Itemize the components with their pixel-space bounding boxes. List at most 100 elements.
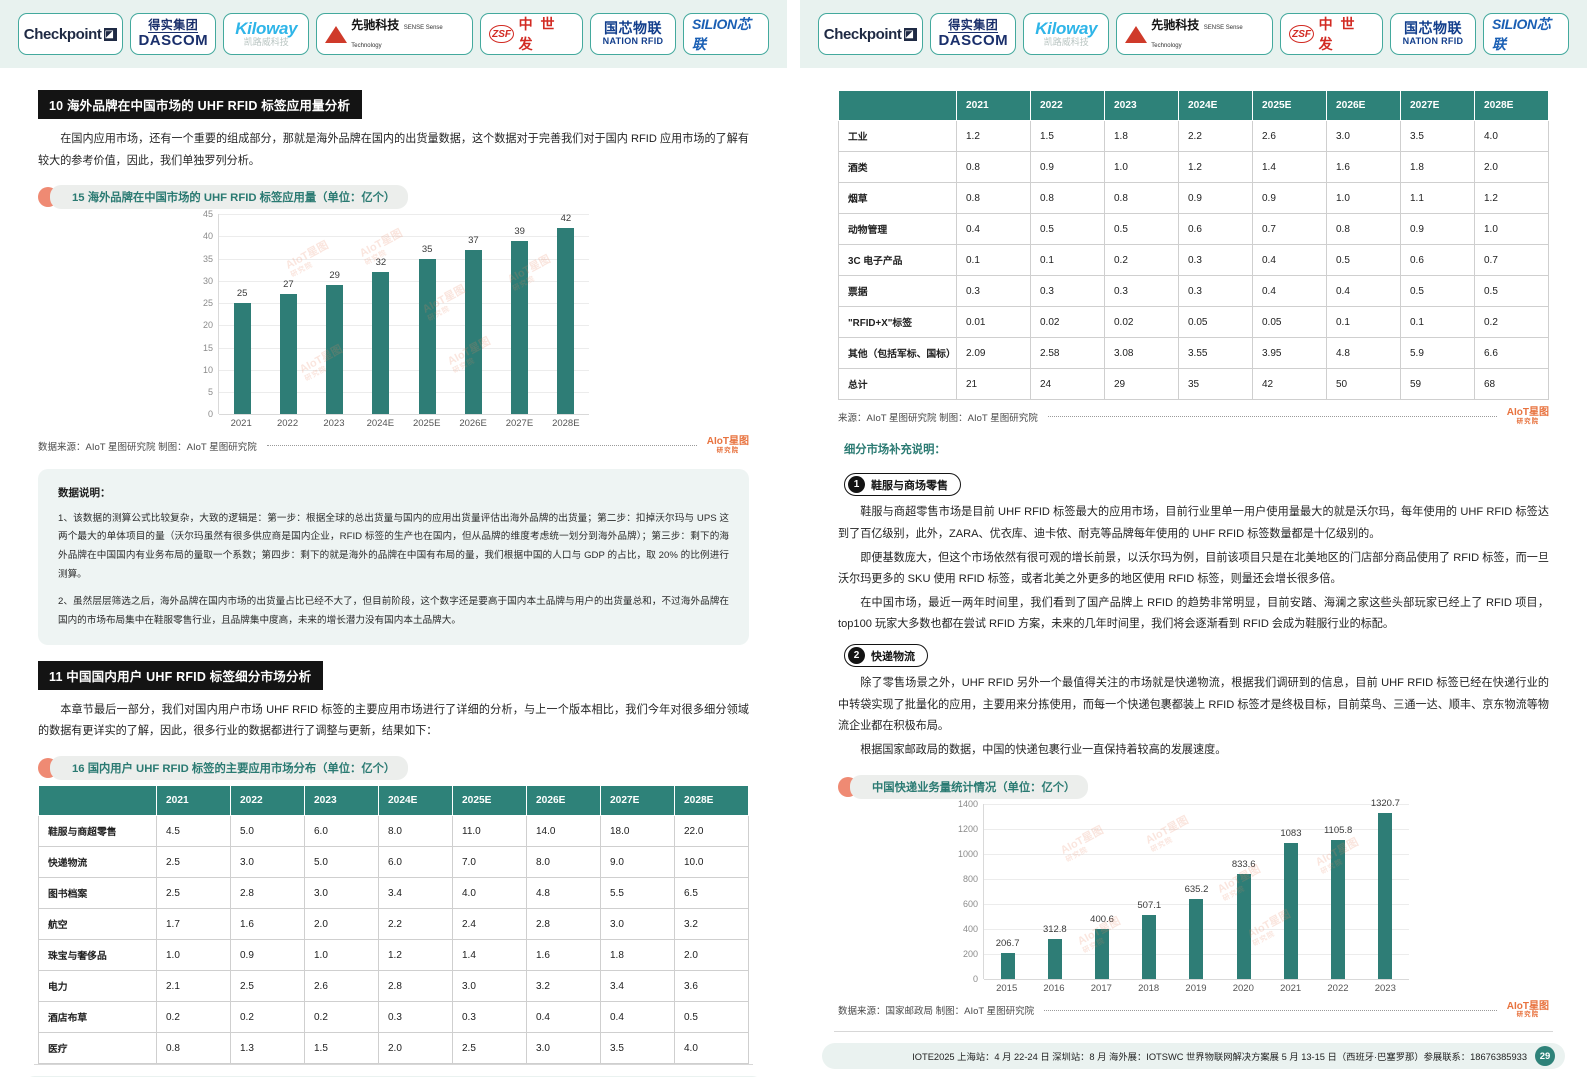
figure-express-source-text: 数据来源：国家邮政局 制图：AIoT 星图研究院: [838, 1006, 1035, 1018]
table-row: 3C 电子产品 0.1 0.1 0.2 0.3 0.4 0.5 0.6 0.7: [838, 244, 1549, 276]
chart-y-tick: 400: [962, 923, 978, 934]
aiot-logo-main: AIoT星图: [1506, 1000, 1549, 1012]
section-11-paragraph: 本章节最后一部分，我们对国内用户市场 UHF RFID 标签的主要应用市场进行了…: [38, 703, 749, 738]
chart-bar-slot: 42: [543, 212, 589, 415]
source-dotted-rule: [266, 445, 697, 447]
chart-gridline: [984, 978, 1409, 980]
table-cell: 1.2: [1474, 182, 1549, 214]
supplement-item-1-label: 鞋服与商场零售: [871, 479, 948, 492]
table-cell: 8.0: [526, 846, 601, 879]
figure-15-source-text: 数据来源：AIoT 星图研究院 制图：AIoT 星图研究院: [38, 441, 257, 453]
chart-y-tick: 1400: [957, 798, 978, 809]
table-cell: 0.9: [1400, 213, 1475, 245]
table-cell: 1.6: [526, 939, 601, 972]
table-cell: 0.3: [378, 1001, 453, 1034]
table-cell: 2.0: [1474, 151, 1549, 183]
logo-dascom-en: DASCOM: [938, 32, 1009, 49]
table-cell: 3.4: [600, 970, 675, 1003]
table-cell: 24: [1030, 368, 1105, 400]
chart-y-axis: 0 200 400 600 800 1000 1200 1400: [953, 799, 983, 984]
chart-bar-slot: 25: [219, 214, 265, 415]
table-cell: 1.1: [1400, 182, 1475, 214]
table-row: 动物管理 0.4 0.5 0.5 0.6 0.7 0.8 0.9 1.0: [838, 213, 1549, 245]
table-cell: 1.8: [1104, 120, 1179, 152]
chart-y-tick: 20: [202, 320, 213, 331]
aiot-logo-main: AIoT星图: [706, 436, 749, 448]
chart-bar-value-label: 42: [560, 212, 572, 224]
table-header-2027E: 2027E: [1400, 90, 1475, 121]
table-header-2023: 2023: [304, 785, 379, 817]
chart-bar-slot: 833.6: [1220, 804, 1267, 979]
table-header-2028E: 2028E: [1474, 90, 1549, 121]
table-header-2021: 2021: [956, 90, 1031, 121]
table-cell: 2.8: [378, 970, 453, 1003]
table-cell: 0.05: [1252, 306, 1327, 338]
table-cell: 0.05: [1178, 306, 1253, 338]
data-note-paragraph-1: 1、该数据的测算公式比较复杂，大致的逻辑是：第一步：根据全球的总出货量与国内的应…: [58, 512, 729, 580]
table-cell: 0.2: [230, 1001, 305, 1034]
table-row: 其他（包括军标、国标） 2.09 2.58 3.08 3.55 3.95 4.8 5.9 6.6: [838, 337, 1549, 369]
table-cell: 3.0: [304, 877, 379, 910]
chart-bar-value-label: 39: [514, 225, 525, 237]
table-cell: 8.0: [378, 815, 453, 848]
table-header-2023: 2023: [1104, 90, 1179, 121]
table-cell: 0.6: [1400, 244, 1475, 276]
chart-bar-value-label: 1083: [1280, 828, 1302, 840]
table-cell: 0.5: [1326, 244, 1401, 276]
table-cell: 1.6: [230, 908, 305, 941]
aiot-logo-watermark: AIoT星图 研究院: [1506, 407, 1549, 425]
logo-silion-text: SILION芯联: [692, 16, 751, 52]
table-row-label: 鞋服与商超零售: [38, 815, 157, 848]
table-cell: 0.3: [1030, 275, 1105, 307]
logo-sense-cn: 先驰科技: [1151, 18, 1200, 32]
chart-x-tick: 2020: [1232, 982, 1254, 994]
table-cell: 59: [1400, 368, 1475, 400]
logo-dascom: 得实集团 DASCOM: [930, 13, 1017, 55]
table-cell: 1.0: [1104, 151, 1179, 183]
chart-bar: [1283, 843, 1298, 979]
table-cell: 50: [1326, 368, 1401, 400]
table-cell: 14.0: [526, 815, 601, 848]
table-cell: 1.0: [1326, 182, 1401, 214]
chart-y-tick: 1200: [957, 823, 978, 834]
logo-kiloway-en: Kiloway: [1035, 19, 1098, 38]
logo-kiloway-en: Kiloway: [235, 19, 298, 38]
table-cell: 0.1: [956, 244, 1031, 276]
chart-bar-value-label: 37: [468, 234, 479, 246]
logo-kiloway: Kiloway 凯路威科技: [1023, 13, 1110, 55]
supplement-title: 细分市场补充说明：: [844, 444, 946, 457]
table-cell: 3.0: [600, 908, 675, 941]
chart-x-tick: 2021: [230, 418, 252, 430]
table-cell: 1.0: [1474, 213, 1549, 245]
logo-dascom-cn: 得实集团: [948, 18, 999, 33]
logo-silion: SILION芯联: [683, 13, 769, 55]
table-cell: 9.0: [600, 846, 675, 879]
table-cell: 4.0: [452, 877, 527, 910]
chart-x-tick: 2025E: [412, 418, 441, 430]
table-cell: 0.2: [304, 1001, 379, 1034]
table-cell: 2.6: [1252, 120, 1327, 152]
table-row-label: 珠宝与奢侈品: [38, 939, 157, 972]
page-spread: Checkpoint ◪ 得实集团 DASCOM Kiloway 凯路威科技 先驰…: [0, 0, 1587, 1077]
table-cell: 2.6: [304, 970, 379, 1003]
chart-x-tick: 2015: [996, 982, 1018, 994]
aiot-logo-sub: 研究院: [1516, 417, 1540, 425]
table-cell: 0.9: [1252, 182, 1327, 214]
aiot-logo-main: AIoT星图: [1506, 407, 1549, 418]
footer-divider: [834, 1031, 1553, 1032]
table-cell: 2.09: [956, 337, 1031, 369]
table-header-2024E: 2024E: [378, 785, 453, 817]
chart-bar-value-label: 1105.8: [1323, 825, 1353, 837]
sense-triangle-icon: [1125, 25, 1148, 43]
table-cell: 0.1: [1030, 244, 1105, 276]
table-row-label: 电力: [38, 970, 157, 1003]
chart-x-tick: 2027E: [505, 418, 534, 430]
chart-bar-value-label: 206.7: [995, 937, 1020, 949]
table-cell: 0.3: [1104, 275, 1179, 307]
chart-y-tick: 30: [202, 275, 213, 286]
chart-bar: [1095, 928, 1110, 979]
sense-triangle-icon: [325, 25, 348, 43]
table-right-source: 来源：AIoT 星图研究院 制图：AIoT 星图研究院 AIoT星图 研究院: [838, 407, 1549, 425]
section-heading-10: 10 海外品牌在中国市场的 UHF RFID 标签应用量分析: [38, 90, 363, 119]
chart-bar: [279, 294, 297, 415]
